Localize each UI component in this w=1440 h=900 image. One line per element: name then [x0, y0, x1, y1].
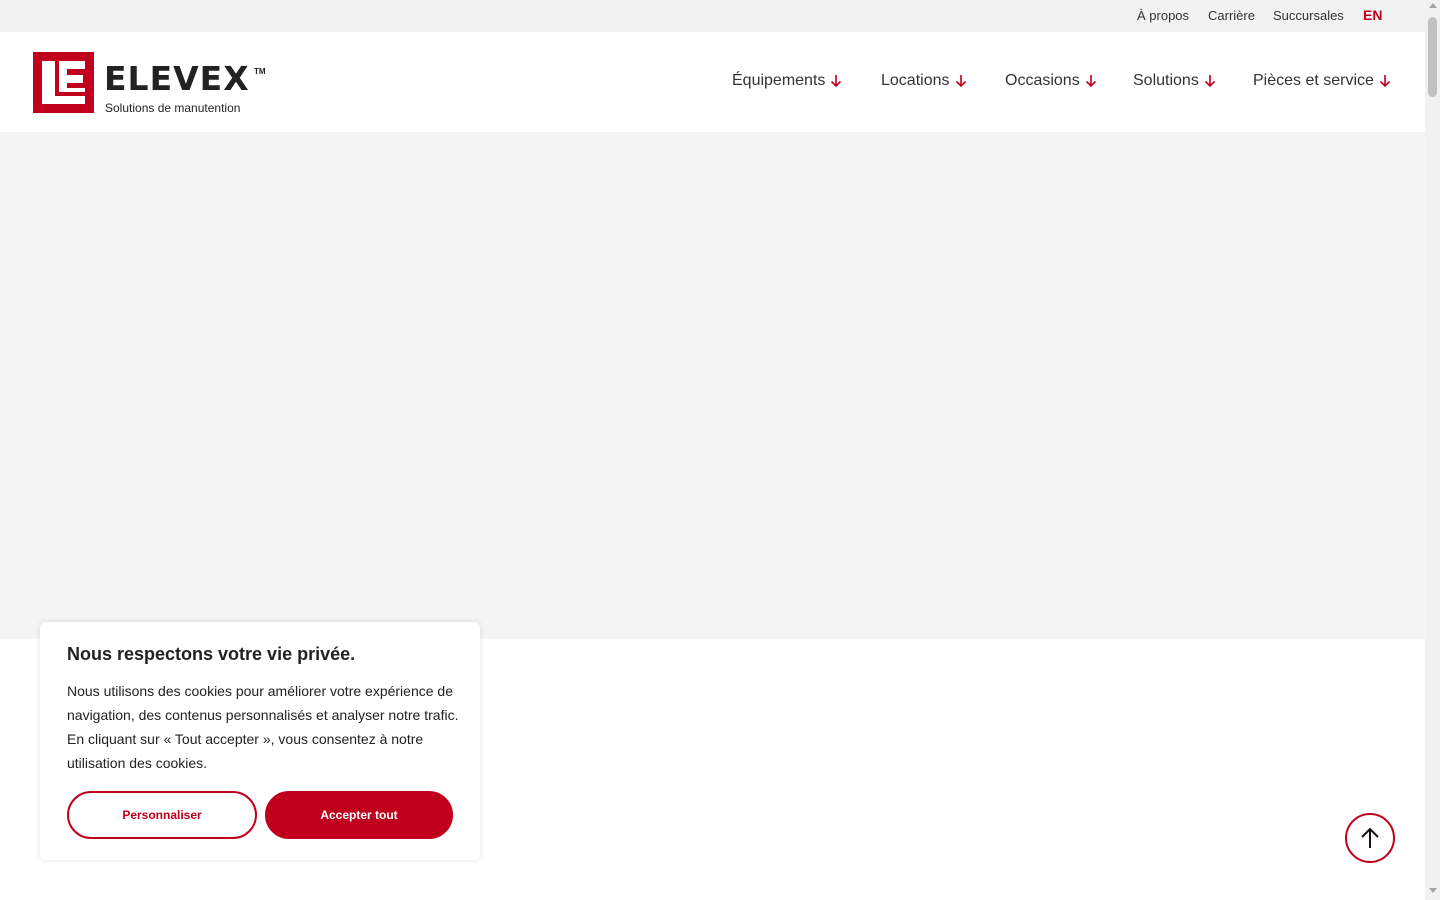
- arrow-down-icon: [831, 75, 842, 88]
- brand-tagline: Solutions de manutention: [105, 101, 241, 115]
- about-link[interactable]: À propos: [1137, 8, 1189, 23]
- branches-link[interactable]: Succursales: [1273, 8, 1344, 23]
- arrow-down-icon: [1085, 75, 1096, 88]
- cookie-title: Nous respectons votre vie privée.: [67, 644, 356, 664]
- page: À propos Carrière Succursales EN ELEVEX …: [0, 0, 1425, 900]
- nav-item-label: Équipements: [732, 72, 826, 89]
- hero-placeholder: [0, 132, 1425, 639]
- site-header: ELEVEX TM Solutions de manutention Équip…: [0, 32, 1425, 132]
- customize-button[interactable]: Personnaliser: [67, 791, 257, 839]
- nav-item-occasions[interactable]: Occasions: [1005, 72, 1097, 90]
- utility-bar: À propos Carrière Succursales EN: [0, 0, 1425, 32]
- nav-item-label: Occasions: [1005, 72, 1080, 89]
- scroll-down-icon[interactable]: [1429, 888, 1437, 893]
- browser-viewport: À propos Carrière Succursales EN ELEVEX …: [0, 0, 1440, 900]
- nav-item-equipements[interactable]: Équipements: [732, 72, 842, 90]
- nav-item-pieces-service[interactable]: Pièces et service: [1253, 72, 1391, 90]
- nav-item-label: Pièces et service: [1253, 72, 1374, 89]
- arrow-down-icon: [955, 75, 966, 88]
- nav-item-label: Solutions: [1133, 72, 1199, 89]
- scroll-up-icon[interactable]: [1429, 3, 1437, 8]
- careers-link[interactable]: Carrière: [1208, 8, 1255, 23]
- cookie-text: Nous utilisons des cookies pour améliore…: [67, 683, 459, 771]
- nav-item-label: Locations: [881, 72, 950, 89]
- language-switch[interactable]: EN: [1363, 7, 1382, 23]
- cookie-banner: Nous respectons votre vie privée. Nous u…: [40, 622, 480, 860]
- vertical-scrollbar[interactable]: [1425, 0, 1440, 900]
- arrow-down-icon: [1379, 75, 1391, 88]
- arrow-up-icon: [1361, 827, 1379, 848]
- main-nav: Équipements Locations Occasions Solution…: [0, 72, 1425, 94]
- accept-all-button[interactable]: Accepter tout: [265, 791, 453, 839]
- back-to-top-button[interactable]: [1345, 813, 1395, 863]
- nav-item-solutions[interactable]: Solutions: [1133, 72, 1216, 90]
- nav-item-locations[interactable]: Locations: [881, 72, 967, 90]
- scroll-thumb[interactable]: [1428, 17, 1437, 97]
- arrow-down-icon: [1204, 75, 1215, 88]
